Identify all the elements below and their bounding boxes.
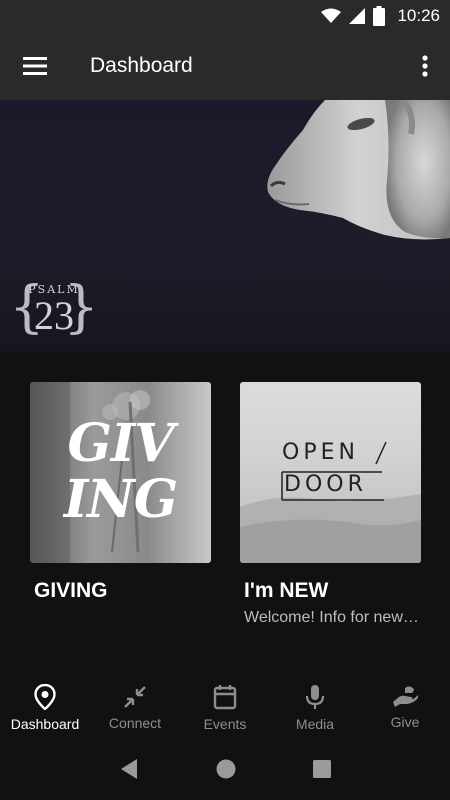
giving-text-line-1: GIV xyxy=(67,413,174,474)
card-giving[interactable]: GIV ING GIVING xyxy=(30,382,211,603)
app-bar: Dashboard xyxy=(0,32,450,100)
hamburger-menu-icon[interactable] xyxy=(0,32,70,100)
open-text: OPEN xyxy=(282,440,359,465)
microphone-icon xyxy=(305,685,325,709)
open-door-thumbnail[interactable]: OPEN DOOR xyxy=(240,382,421,563)
card-grid: GIV ING GIVING OPEN DOOR I'm NEW Welcome… xyxy=(0,352,450,674)
home-icon[interactable] xyxy=(216,759,236,784)
giving-hand-icon xyxy=(393,686,418,707)
calendar-icon xyxy=(213,685,237,710)
giving-image-text: GIV ING xyxy=(30,416,211,528)
psalm-23-logo: { PSALM 23 } xyxy=(9,278,99,342)
page-title: Dashboard xyxy=(90,54,193,77)
back-icon[interactable] xyxy=(119,758,139,785)
nav-item-events[interactable]: Events xyxy=(180,674,270,742)
nav-label: Media xyxy=(295,716,335,732)
nav-item-media[interactable]: Media xyxy=(270,674,360,742)
battery-icon xyxy=(373,6,386,26)
nav-label: Dashboard xyxy=(10,716,80,732)
cell-signal-icon xyxy=(349,8,366,24)
system-navigation-bar xyxy=(0,742,450,800)
arrows-inward-icon xyxy=(124,686,146,708)
nav-item-connect[interactable]: Connect xyxy=(90,674,180,742)
logo-brace-right: } xyxy=(63,275,99,340)
more-vertical-icon[interactable] xyxy=(400,32,450,100)
location-pin-icon xyxy=(34,684,56,710)
hero-banner[interactable]: { PSALM 23 } xyxy=(0,100,450,352)
nav-label: Events xyxy=(203,716,247,732)
card-subtitle: Welcome! Info for new visitors xyxy=(244,609,421,626)
bottom-navigation: Dashboard Connect Events Media Give xyxy=(0,674,450,742)
wifi-icon xyxy=(321,8,342,24)
giving-thumbnail[interactable]: GIV ING xyxy=(30,382,211,563)
status-bar: 10:26 xyxy=(0,0,450,32)
sheep-image xyxy=(267,100,450,240)
status-time: 10:26 xyxy=(397,6,440,25)
recents-icon[interactable] xyxy=(313,759,332,783)
door-text: DOOR xyxy=(284,472,367,497)
card-title: GIVING xyxy=(34,579,108,602)
card-im-new[interactable]: OPEN DOOR I'm NEW Welcome! Info for new … xyxy=(240,382,421,627)
nav-item-dashboard[interactable]: Dashboard xyxy=(0,674,90,742)
nav-label: Connect xyxy=(108,715,162,731)
nav-label: Give xyxy=(390,714,420,730)
nav-item-give[interactable]: Give xyxy=(360,674,450,742)
giving-text-line-2: ING xyxy=(63,469,178,530)
card-title: I'm NEW xyxy=(244,579,329,602)
